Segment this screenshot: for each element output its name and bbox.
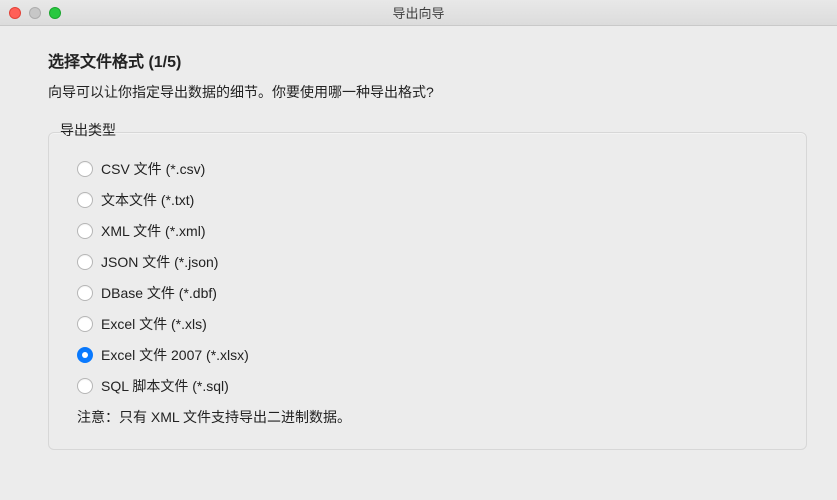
export-type-label: CSV 文件 (*.csv) [101, 159, 205, 179]
export-type-label: SQL 脚本文件 (*.sql) [101, 376, 229, 396]
window-titlebar: 导出向导 [0, 0, 837, 26]
radio-icon[interactable] [77, 192, 93, 208]
step-title: 选择文件格式 (1/5) [48, 48, 807, 72]
export-type-option[interactable]: JSON 文件 (*.json) [77, 252, 778, 272]
export-type-label: DBase 文件 (*.dbf) [101, 283, 217, 303]
minimize-icon [29, 7, 41, 19]
radio-icon[interactable] [77, 254, 93, 270]
export-type-option[interactable]: 文本文件 (*.txt) [77, 190, 778, 210]
radio-icon[interactable] [77, 347, 93, 363]
radio-icon[interactable] [77, 316, 93, 332]
close-icon[interactable] [9, 7, 21, 19]
window-title: 导出向导 [0, 3, 837, 22]
radio-icon[interactable] [77, 223, 93, 239]
export-type-option[interactable]: Excel 文件 2007 (*.xlsx) [77, 345, 778, 365]
export-type-option[interactable]: CSV 文件 (*.csv) [77, 159, 778, 179]
export-type-label: 文本文件 (*.txt) [101, 190, 194, 210]
export-type-label: Excel 文件 (*.xls) [101, 314, 207, 334]
export-type-label: Excel 文件 2007 (*.xlsx) [101, 345, 249, 365]
export-type-option[interactable]: DBase 文件 (*.dbf) [77, 283, 778, 303]
group-note: 注意：只有 XML 文件支持导出二进制数据。 [77, 407, 778, 427]
export-type-label: JSON 文件 (*.json) [101, 252, 218, 272]
radio-icon[interactable] [77, 285, 93, 301]
step-description: 向导可以让你指定导出数据的细节。你要使用哪一种导出格式? [48, 82, 807, 102]
radio-icon[interactable] [77, 378, 93, 394]
export-type-option[interactable]: SQL 脚本文件 (*.sql) [77, 376, 778, 396]
group-label: 导出类型 [60, 120, 807, 140]
maximize-icon[interactable] [49, 7, 61, 19]
wizard-content: 选择文件格式 (1/5) 向导可以让你指定导出数据的细节。你要使用哪一种导出格式… [0, 26, 837, 450]
export-type-option[interactable]: Excel 文件 (*.xls) [77, 314, 778, 334]
export-type-group: CSV 文件 (*.csv) 文本文件 (*.txt) XML 文件 (*.xml)… [48, 132, 807, 450]
radio-icon[interactable] [77, 161, 93, 177]
window-controls [0, 7, 61, 19]
export-type-label: XML 文件 (*.xml) [101, 221, 205, 241]
export-type-option[interactable]: XML 文件 (*.xml) [77, 221, 778, 241]
